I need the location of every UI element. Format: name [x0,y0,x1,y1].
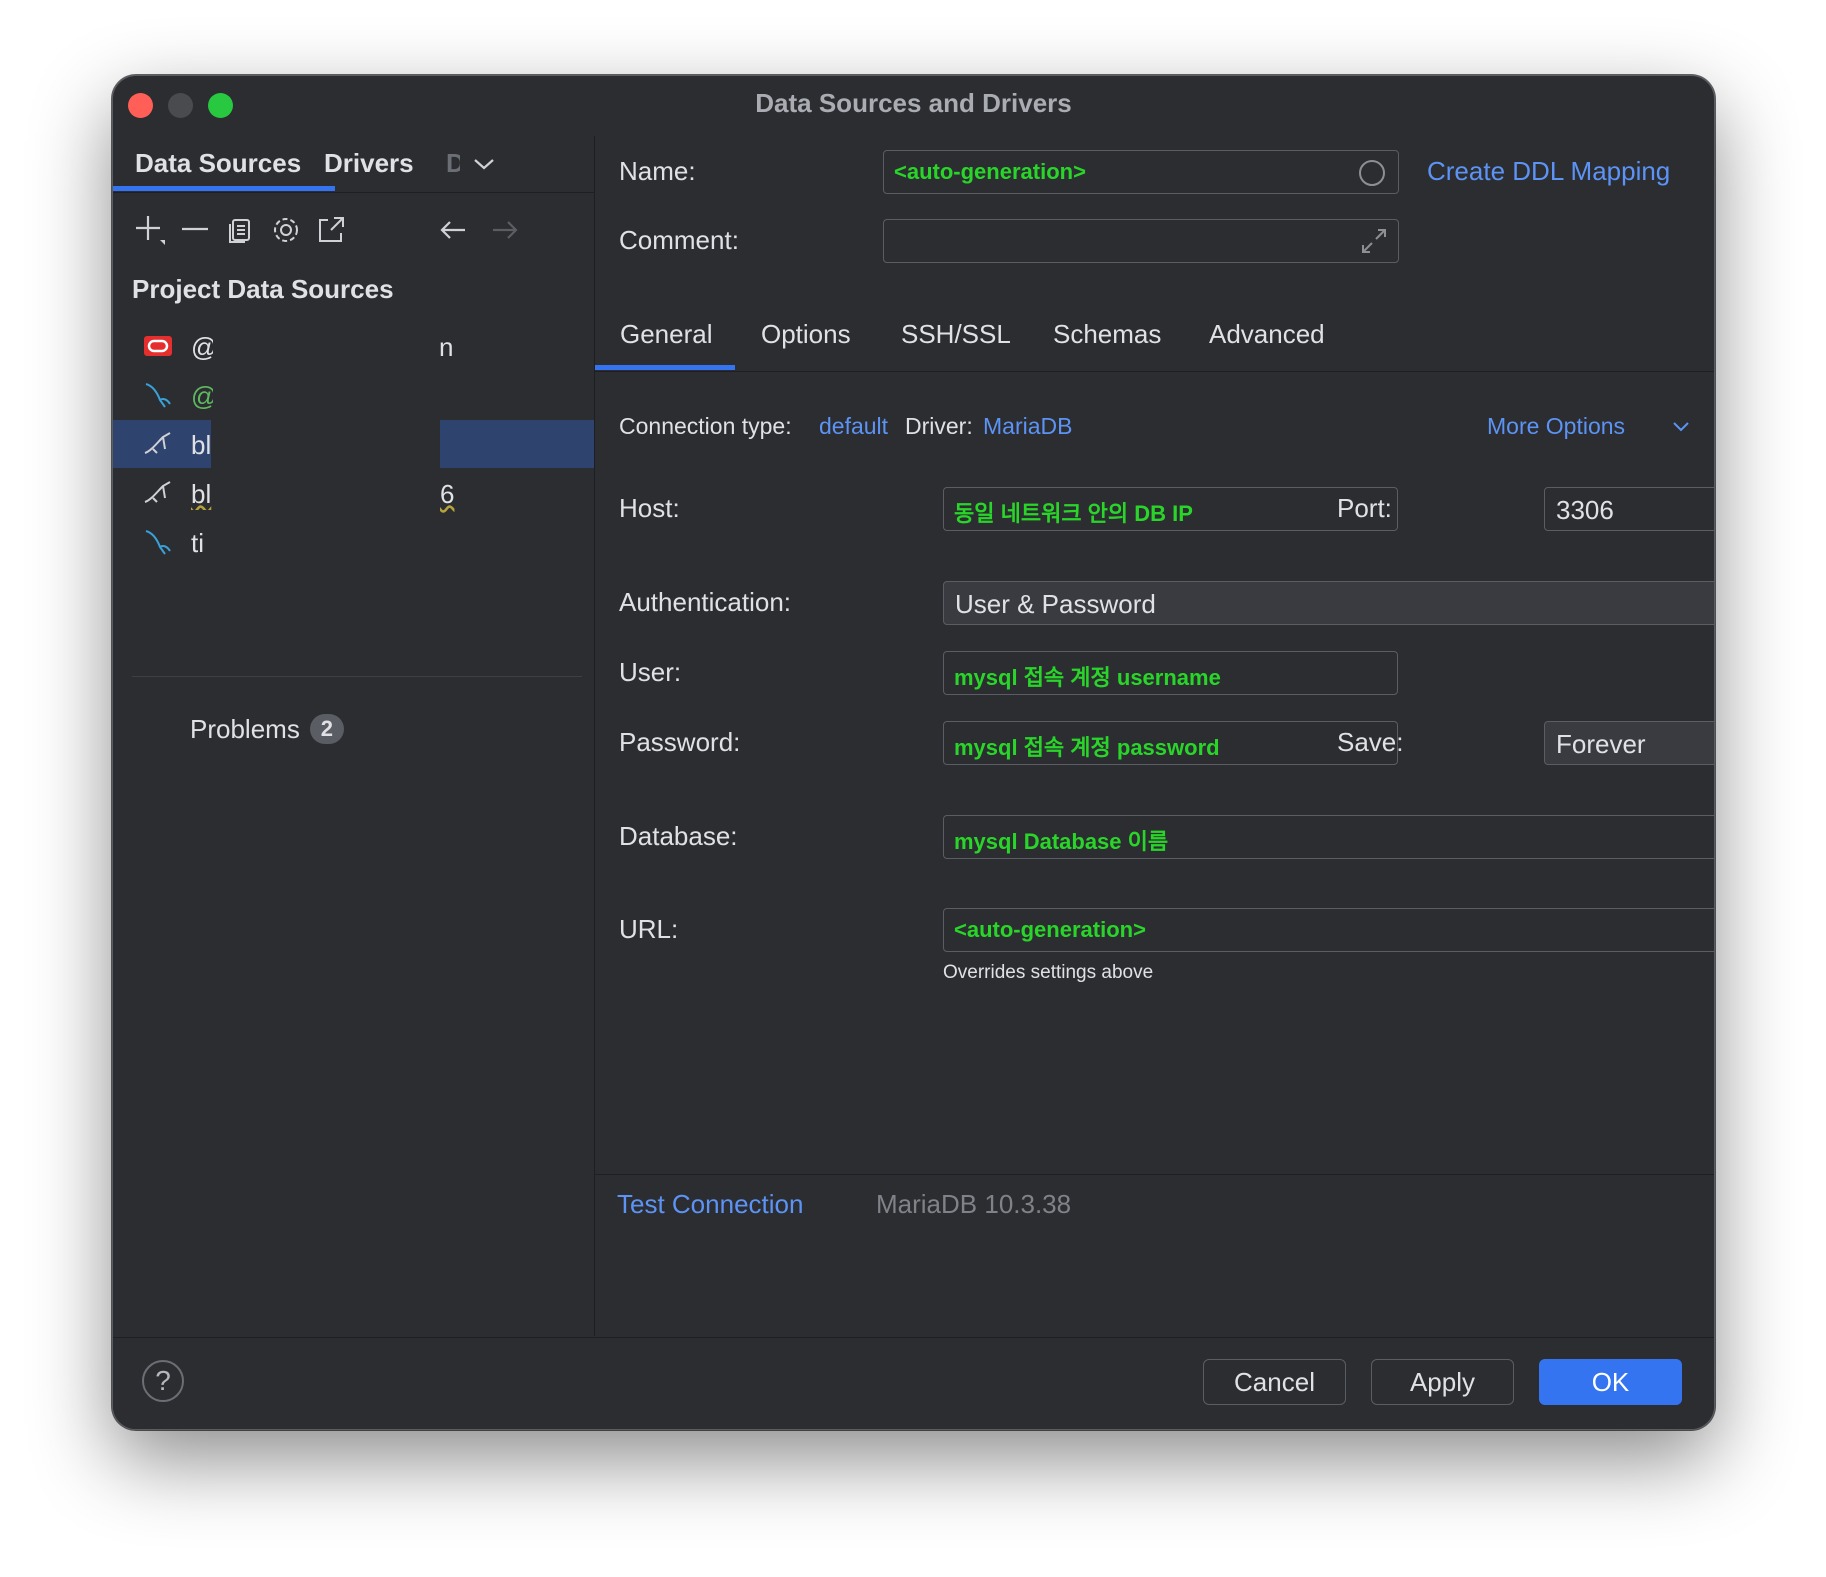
data-source-name: bl [191,430,212,460]
database-label: Database: [619,821,738,851]
connection-status-bar: Test Connection MariaDB 10.3.38 [595,1174,1714,1237]
apply-button[interactable]: Apply [1371,1359,1514,1405]
driver-version-text: MariaDB 10.3.38 [876,1189,1072,1219]
test-connection-link[interactable]: Test Connection [617,1189,803,1220]
add-icon[interactable] [132,212,168,248]
chevron-down-icon[interactable] [1672,420,1690,434]
tab-truncated[interactable]: D [446,148,460,179]
left-toolbar [113,206,594,256]
tab-data-sources[interactable]: Data Sources [135,148,301,179]
host-label: Host: [619,493,680,523]
data-source-item[interactable]: bl 6 [113,469,594,517]
settings-gear-icon[interactable] [268,212,304,248]
export-icon[interactable] [313,212,349,248]
tab-schemas[interactable]: Schemas [1053,319,1161,350]
cancel-button[interactable]: Cancel [1203,1359,1346,1405]
data-source-name: @ [191,332,213,363]
port-input[interactable]: 3306 [1544,487,1714,531]
active-tab-indicator [113,186,335,191]
chevron-down-icon[interactable] [473,156,495,172]
data-source-item[interactable]: @ n [113,322,594,370]
ok-button[interactable]: OK [1539,1359,1682,1405]
back-arrow-icon[interactable] [435,212,471,248]
connection-tabs: General Options SSH/SSL Schemas Advanced [595,301,1714,372]
url-input[interactable]: <auto-generation> [943,908,1714,952]
user-input[interactable]: mysql 접속 계정 username [943,651,1398,695]
titlebar: Data Sources and Drivers [113,76,1714,136]
dialog-window: Data Sources and Drivers Data Sources Dr… [112,75,1715,1430]
data-source-item[interactable]: @ [113,371,594,419]
password-label: Password: [619,727,741,757]
data-source-name: bl [191,479,212,509]
port-label: Port: [1337,493,1392,523]
connection-type-label: Connection type: [619,413,792,439]
problems-label: Problems [190,714,300,744]
data-source-name-tail: n [439,332,454,362]
driver-label: Driver: [905,413,973,439]
right-pane: Name: <auto-generation> Create DDL Mappi… [595,136,1714,1336]
data-source-name-tail: 6 [440,479,455,509]
color-circle-icon[interactable] [1358,159,1386,187]
tab-advanced[interactable]: Advanced [1209,319,1325,350]
authentication-label: Authentication: [619,587,792,617]
project-data-sources-heading: Project Data Sources [132,274,394,304]
url-note: Overrides settings above [943,962,1154,983]
data-source-item[interactable]: ti [113,518,594,566]
remove-icon[interactable] [177,212,213,248]
comment-field[interactable] [883,219,1399,263]
expand-icon[interactable] [1360,227,1388,255]
duplicate-icon[interactable] [223,212,259,248]
problems-link[interactable]: Problems 2 [190,714,344,745]
driver-link[interactable]: MariaDB [983,413,1072,440]
database-input[interactable]: mysql Database 이름 [943,815,1714,859]
tab-options[interactable]: Options [761,319,851,350]
help-button[interactable]: ? [142,1360,184,1402]
tab-drivers[interactable]: Drivers [324,148,414,179]
more-options-link[interactable]: More Options [1487,413,1625,440]
tab-ssh-ssl[interactable]: SSH/SSL [901,319,1011,350]
user-label: User: [619,657,682,687]
window-title: Data Sources and Drivers [755,88,1072,118]
comment-label: Comment: [619,225,739,255]
name-field[interactable]: <auto-generation> [883,150,1399,194]
mysql-icon [145,383,171,408]
host-input[interactable]: 동일 네트워크 안의 DB IP [943,487,1398,531]
left-pane: Data Sources Drivers D Project Data Sour… [113,136,595,1336]
divider [132,676,582,677]
problems-count-badge: 2 [309,714,344,744]
url-label: URL: [619,914,679,944]
data-source-name: ti [191,528,204,558]
tab-general[interactable]: General [620,319,713,350]
save-select[interactable]: Forever [1544,721,1714,765]
active-tab-indicator [595,365,735,370]
left-tabs: Data Sources Drivers D [113,136,594,193]
password-input[interactable]: mysql 접속 계정 password [943,721,1398,765]
dialog-footer: ? Cancel Apply OK [113,1337,1714,1429]
authentication-select[interactable]: User & Password [943,581,1714,625]
create-ddl-mapping-link[interactable]: Create DDL Mapping [1427,156,1670,187]
mariadb-icon [144,432,171,454]
data-source-item-selected[interactable]: bl [113,420,594,468]
mysql-icon [145,530,171,555]
save-label: Save: [1337,727,1404,757]
mariadb-icon [144,481,171,503]
oracle-icon [144,336,172,356]
forward-arrow-icon[interactable] [487,212,523,248]
data-source-name: @ [191,381,213,412]
connection-type-link[interactable]: default [819,413,888,440]
name-label: Name: [619,156,696,186]
